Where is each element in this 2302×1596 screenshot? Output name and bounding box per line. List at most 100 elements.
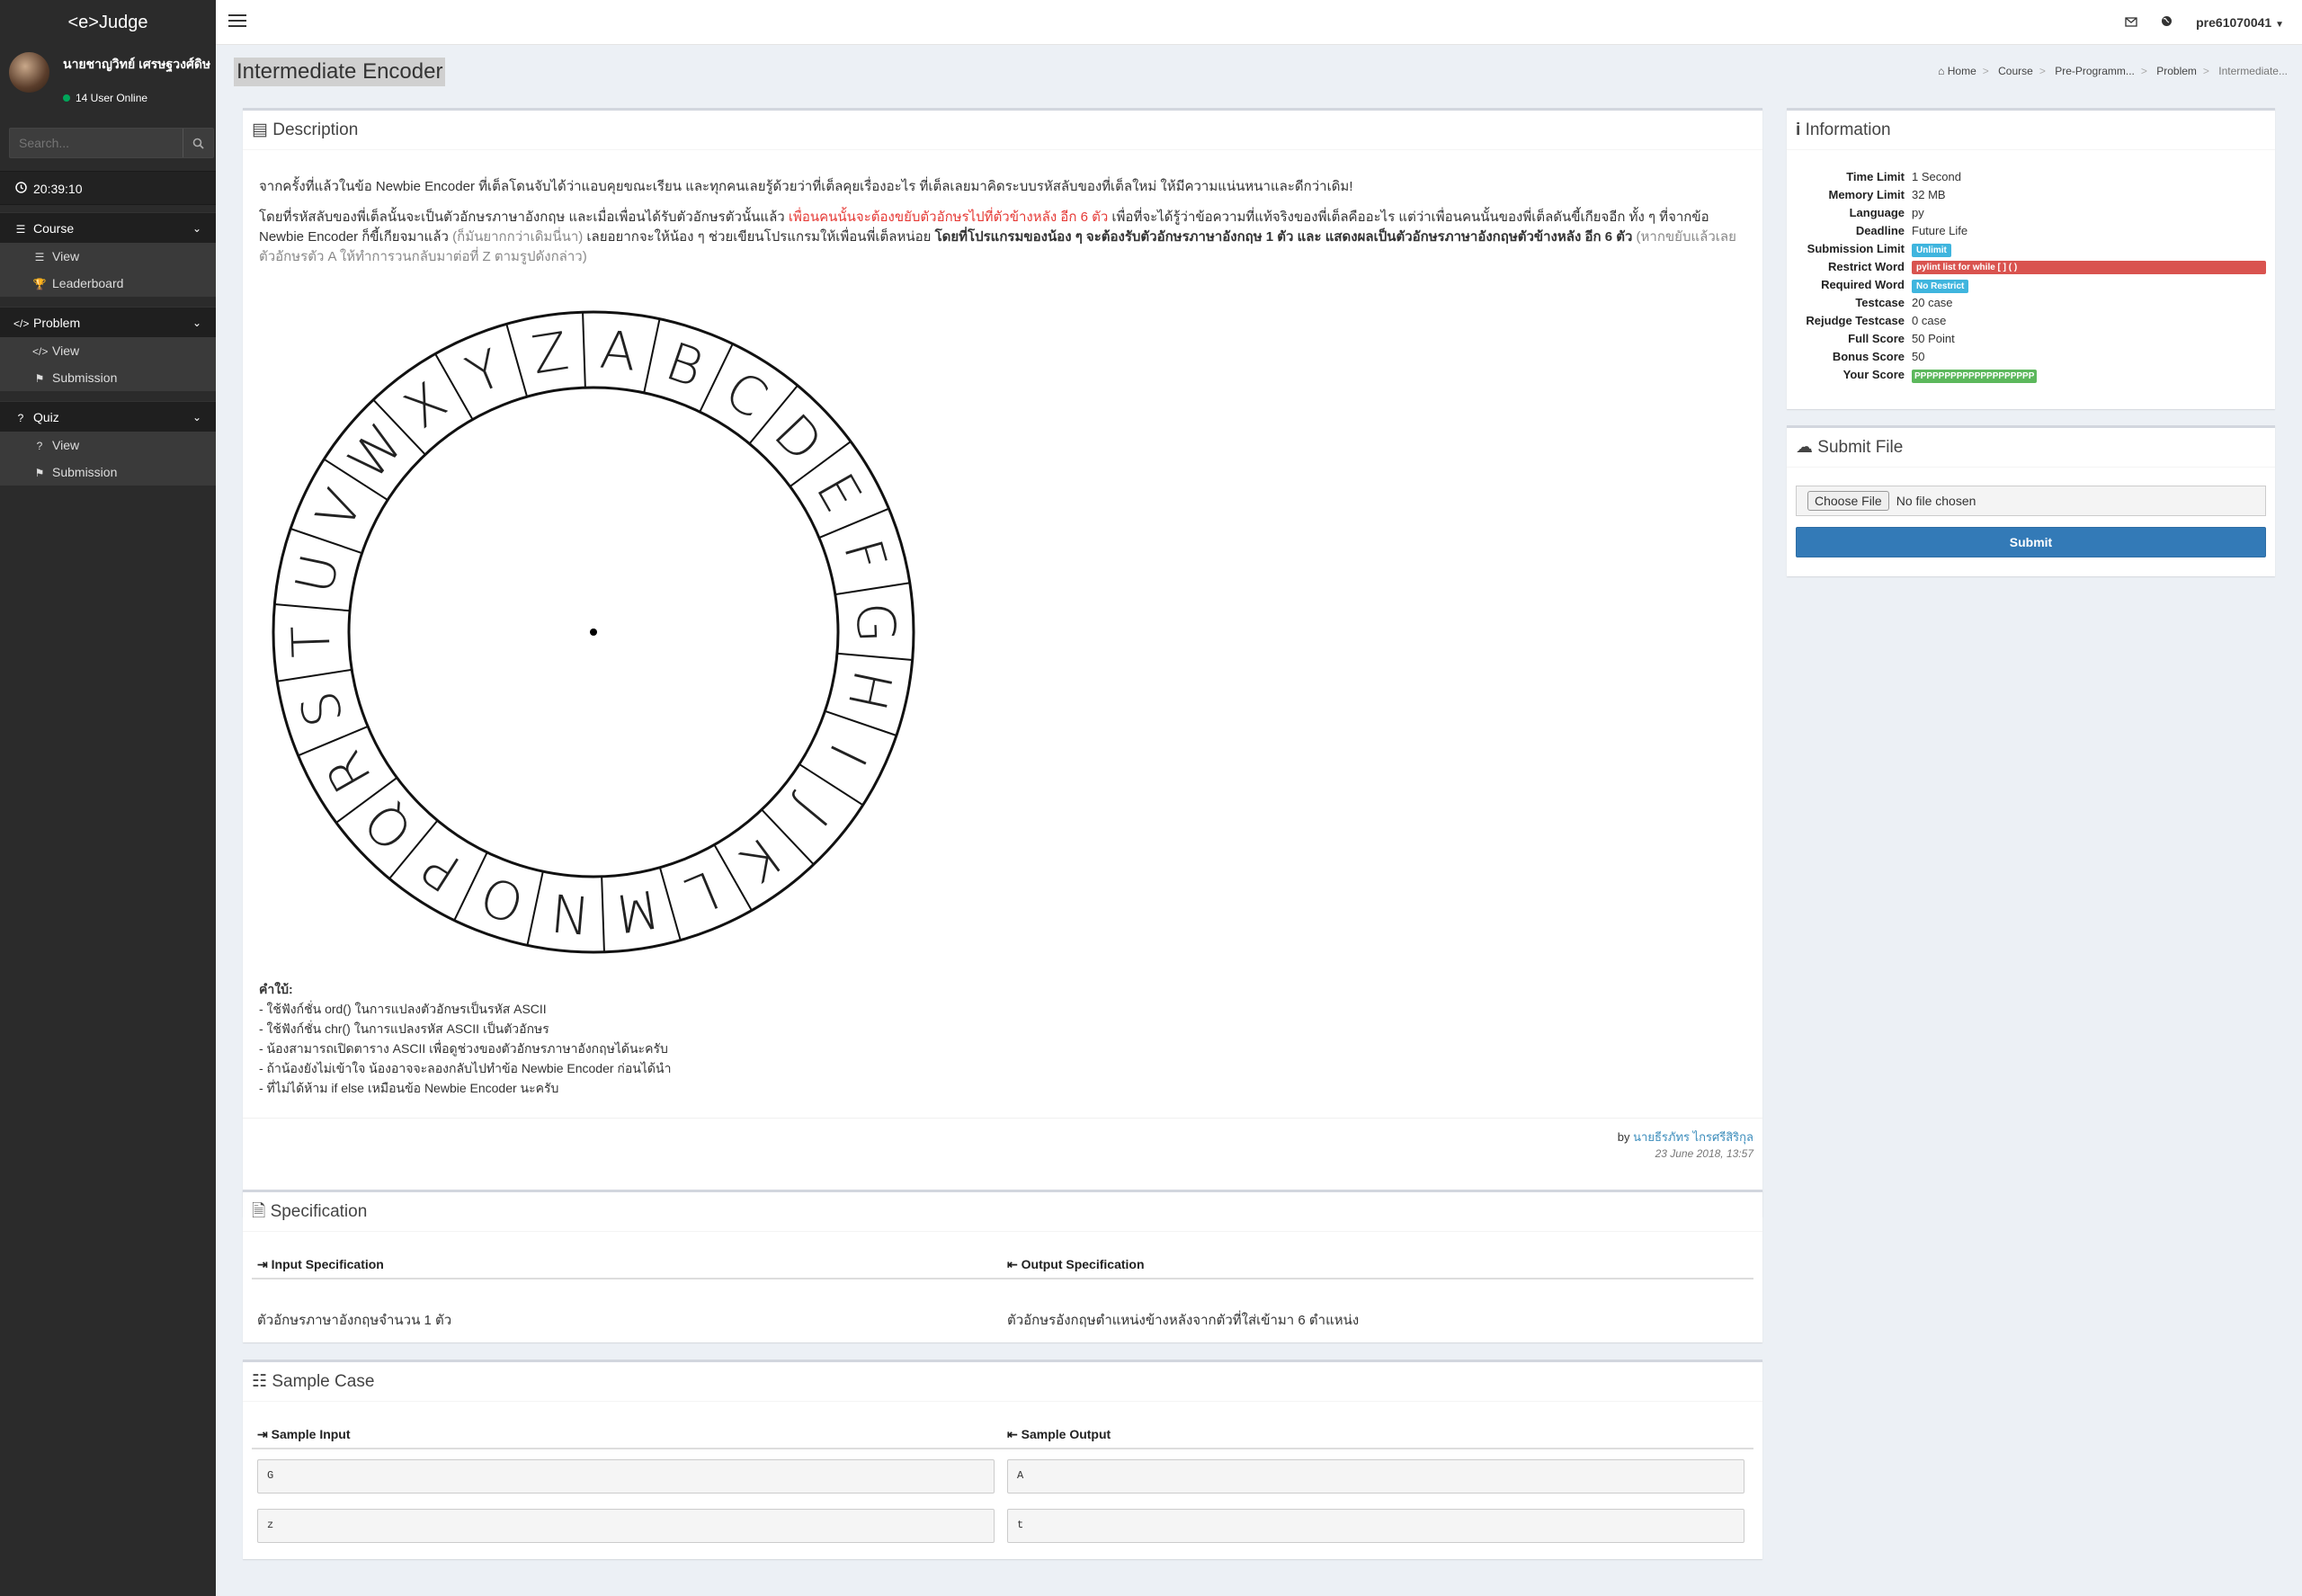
menu-quiz: ? Quiz ⌄ ? View ⚑ Submission <box>0 401 216 486</box>
text-span-bold: โดยที่โปรแกรมของน้อง ๆ จะต้องรับตัวอักษร… <box>934 229 1633 245</box>
sign-in-icon: ⇥ <box>257 1427 268 1441</box>
search-input[interactable] <box>10 129 172 157</box>
menu-course-view[interactable]: ☰ View <box>0 243 216 270</box>
file-input[interactable]: Choose File No file chosen <box>1796 486 2266 516</box>
question-icon: ? <box>17 412 24 424</box>
menu-item-label: Leaderboard <box>52 276 124 290</box>
breadcrumb-problem[interactable]: Problem <box>2156 65 2197 77</box>
info-value: py <box>1912 206 1924 219</box>
breadcrumb-current: Intermediate... <box>2218 65 2288 77</box>
breadcrumb: ⌂ Home > Course > Pre-Programm... > Problem… <box>1938 65 2288 77</box>
page-title: Intermediate Encoder <box>234 58 446 86</box>
breadcrumb-home[interactable]: Home <box>1948 65 1976 77</box>
info-row: Your Score PPPPPPPPPPPPPPPPPPPP <box>1787 366 2275 384</box>
menu-problem-submission[interactable]: ⚑ Submission <box>0 364 216 391</box>
info-row: Rejudge Testcase 0 case <box>1787 312 2275 330</box>
submit-button[interactable]: Submit <box>1796 527 2266 557</box>
flag-icon: ⚑ <box>34 372 45 385</box>
menu-item-label: View <box>52 343 80 358</box>
menu-course-header[interactable]: ☰ Course ⌄ <box>0 212 216 243</box>
sample-case-header: ☷ Sample Case <box>243 1362 1762 1402</box>
menu-problem: </> Problem ⌄ </> View ⚑ Submission <box>0 307 216 391</box>
sign-out-icon: ⇤ <box>1007 1257 1018 1271</box>
chevron-down-icon: ⌄ <box>192 222 201 235</box>
wheel-letter: M <box>610 878 664 945</box>
hint-item: - น้องสามารถเปิดตาราง ASCII เพื่อดูช่วงข… <box>259 1041 668 1056</box>
sidebar: <e>Judge นายชาญวิทย์ เศรษฐวงศ์ดิษ 14 Use… <box>0 0 216 1596</box>
author-link[interactable]: นายธีรภัทร ไกรศรีสิริกุล <box>1633 1130 1753 1144</box>
menu-course-leaderboard[interactable]: 🏆 Leaderboard <box>0 270 216 297</box>
information-title: Information <box>1805 120 1891 139</box>
sidebar-toggle-icon[interactable] <box>228 14 246 29</box>
menu-course-label: Course <box>33 221 75 236</box>
brand-logo[interactable]: <e>Judge <box>0 0 216 45</box>
menu-quiz-view[interactable]: ? View <box>0 432 216 459</box>
mail-icon[interactable] <box>2125 15 2137 30</box>
menu-item-label: View <box>52 249 80 263</box>
info-value: 50 Point <box>1912 332 1955 345</box>
choose-file-button[interactable]: Choose File <box>1807 491 1889 511</box>
top-navbar: pre61070041 ▼ <box>216 0 2302 45</box>
wheel-letter: A <box>598 319 638 383</box>
input-spec-label: ⇥ Input Specification <box>257 1257 384 1272</box>
file-icon: ▤ <box>252 120 268 139</box>
chevron-down-icon: ⌄ <box>192 411 201 424</box>
status-badge: pylint list for while [ ] ( ) <box>1912 261 2266 274</box>
menu-problem-view[interactable]: </> View <box>0 337 216 364</box>
menu-quiz-submission[interactable]: ⚑ Submission <box>0 459 216 486</box>
caret-down-icon: ▼ <box>2275 20 2284 30</box>
hints: คำใบ้: - ใช้ฟังก์ชั่น ord() ในการแปลงตัว… <box>259 979 671 1098</box>
online-dot-icon <box>63 94 70 102</box>
breadcrumb-pre-programming[interactable]: Pre-Programm... <box>2055 65 2135 77</box>
sample-output-2: t <box>1007 1509 1744 1543</box>
content: Intermediate Encoder ⌂ Home > Course > Pre… <box>216 45 2302 1596</box>
sample-input-1: G <box>257 1459 995 1493</box>
wheel-letter: T <box>281 625 343 659</box>
description-box: ▤ Description จากครั้งที่แล้วในข้อ Newbi… <box>243 108 1762 1217</box>
info-row: Testcase 20 case <box>1787 294 2275 312</box>
sample-output-title: Sample Output <box>1021 1427 1111 1441</box>
by-label: by <box>1617 1130 1630 1144</box>
info-row: Time Limit 1 Second <box>1787 168 2275 186</box>
info-value: 1 Second <box>1912 170 1961 183</box>
wheel-center-dot <box>590 629 597 636</box>
username: pre61070041 <box>2196 15 2272 30</box>
info-row: Full Score 50 Point <box>1787 330 2275 348</box>
submit-file-header: ☁ Submit File <box>1787 428 2275 468</box>
hints-title: คำใบ้: <box>259 982 293 996</box>
online-status: 14 User Online <box>63 92 147 104</box>
info-key: Bonus Score <box>1832 350 1905 363</box>
menu-problem-header[interactable]: </> Problem ⌄ <box>0 307 216 337</box>
info-badge-cell: Unlimit <box>1912 240 2275 258</box>
info-row: Deadline Future Life <box>1787 222 2275 240</box>
cloud-upload-icon: ☁ <box>1796 438 1813 457</box>
sample-input-2: z <box>257 1509 995 1543</box>
list-icon: ☰ <box>34 251 45 263</box>
post-date: 23 June 2018, 13:57 <box>1655 1147 1753 1160</box>
text-span: เลยอยากจะให้น้อง ๆ ช่วยเขียนโปรแกรมให้เพ… <box>583 229 935 245</box>
flag-icon: ⚑ <box>34 467 45 479</box>
breadcrumb-course[interactable]: Course <box>1998 65 2033 77</box>
info-key: Your Score <box>1842 368 1905 381</box>
trophy-icon: 🏆 <box>32 278 47 290</box>
info-value: 32 MB <box>1912 188 1946 201</box>
search-button[interactable] <box>183 129 213 157</box>
user-menu[interactable]: pre61070041 ▼ <box>2196 15 2284 30</box>
info-key: Submission Limit <box>1807 242 1905 255</box>
info-key: Language <box>1849 206 1905 219</box>
globe-icon[interactable] <box>2161 15 2173 30</box>
information-box: i Information Time Limit 1 Second Memory L… <box>1787 108 2275 409</box>
search-icon <box>192 138 204 149</box>
menu-quiz-header[interactable]: ? Quiz ⌄ <box>0 401 216 432</box>
server-clock: 20:39:10 <box>0 171 216 205</box>
clock-icon <box>13 173 28 207</box>
hint-item: - ถ้าน้องยังไม่เข้าใจ น้องอาจจะลองกลับไป… <box>259 1061 672 1075</box>
info-value: 0 case <box>1912 314 1947 327</box>
wheel-letter: N <box>547 881 591 946</box>
info-key: Required Word <box>1821 278 1905 291</box>
menu-item-label: Submission <box>52 370 118 385</box>
sample-case-title: Sample Case <box>272 1372 375 1391</box>
submit-file-title: Submit File <box>1817 438 1904 457</box>
info-key: Testcase <box>1855 296 1905 309</box>
info-badge-cell: PPPPPPPPPPPPPPPPPPPP <box>1912 366 2275 384</box>
